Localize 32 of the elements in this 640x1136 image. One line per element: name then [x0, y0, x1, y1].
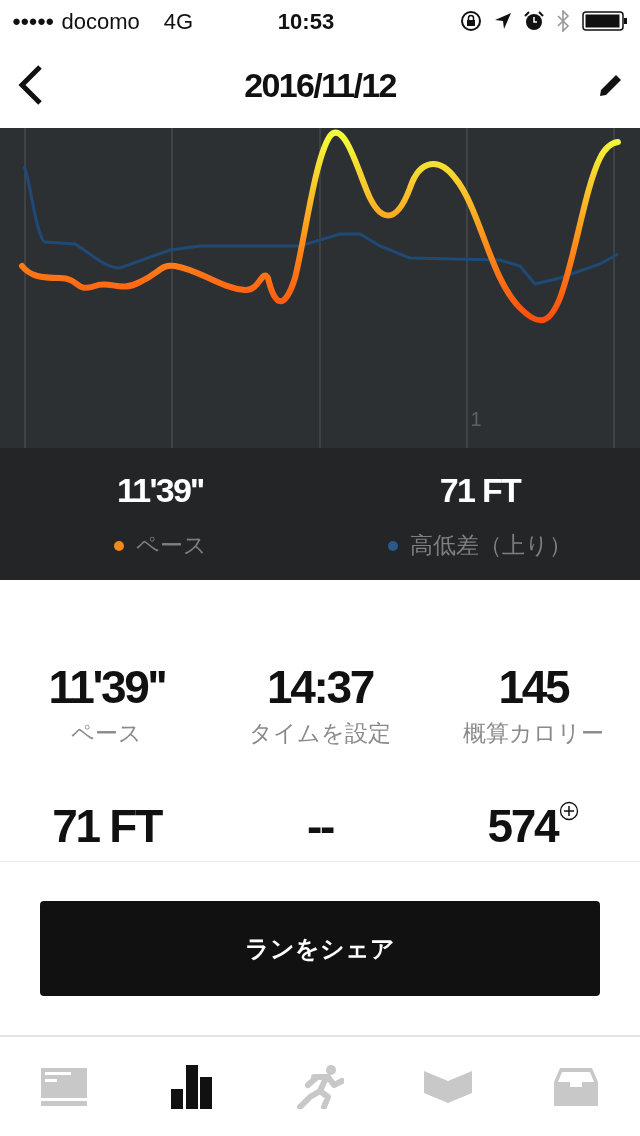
network-type: 4G: [163, 7, 194, 36]
stat-value: 71 FT: [52, 800, 161, 851]
banner-icon[interactable]: [424, 1070, 472, 1103]
rotation-lock-icon: [460, 10, 482, 32]
alarm-clock-icon: [524, 11, 544, 31]
stat-value: --: [306, 800, 333, 851]
share-run-button[interactable]: ランをシェア: [40, 901, 600, 996]
stat-label: 概算カロリー: [462, 719, 604, 748]
stat-value: 145: [498, 662, 569, 712]
stat-label: ペース: [71, 719, 143, 748]
signal-strength: ●●●●●: [12, 10, 54, 31]
plus-circle-icon: [559, 800, 580, 821]
legend-label: 高低差（上り）: [410, 531, 572, 561]
legend-label: ペース: [135, 531, 207, 561]
location-arrow-icon: [494, 12, 512, 30]
bluetooth-icon: [556, 10, 570, 32]
pencil-icon: [598, 72, 624, 98]
runner-icon[interactable]: [296, 1064, 344, 1109]
bar-chart-icon[interactable]: [171, 1064, 213, 1109]
clock-time: 10:53: [276, 7, 336, 36]
back-chevron-icon: [16, 64, 44, 106]
battery-icon: [582, 11, 628, 31]
tray-icon[interactable]: [554, 1067, 598, 1106]
stat-label: タイムを設定: [249, 719, 391, 748]
card-icon[interactable]: [41, 1067, 87, 1106]
legend-value: 71 FT: [439, 470, 521, 512]
stat-value: 574: [487, 800, 558, 851]
stat-value: 14:37: [266, 662, 374, 712]
carrier-name: docomo: [61, 7, 140, 36]
legend-value: 11'39'': [116, 470, 204, 512]
page-title: 2016/11/12: [244, 64, 396, 106]
stat-value: 11'39'': [48, 662, 165, 712]
